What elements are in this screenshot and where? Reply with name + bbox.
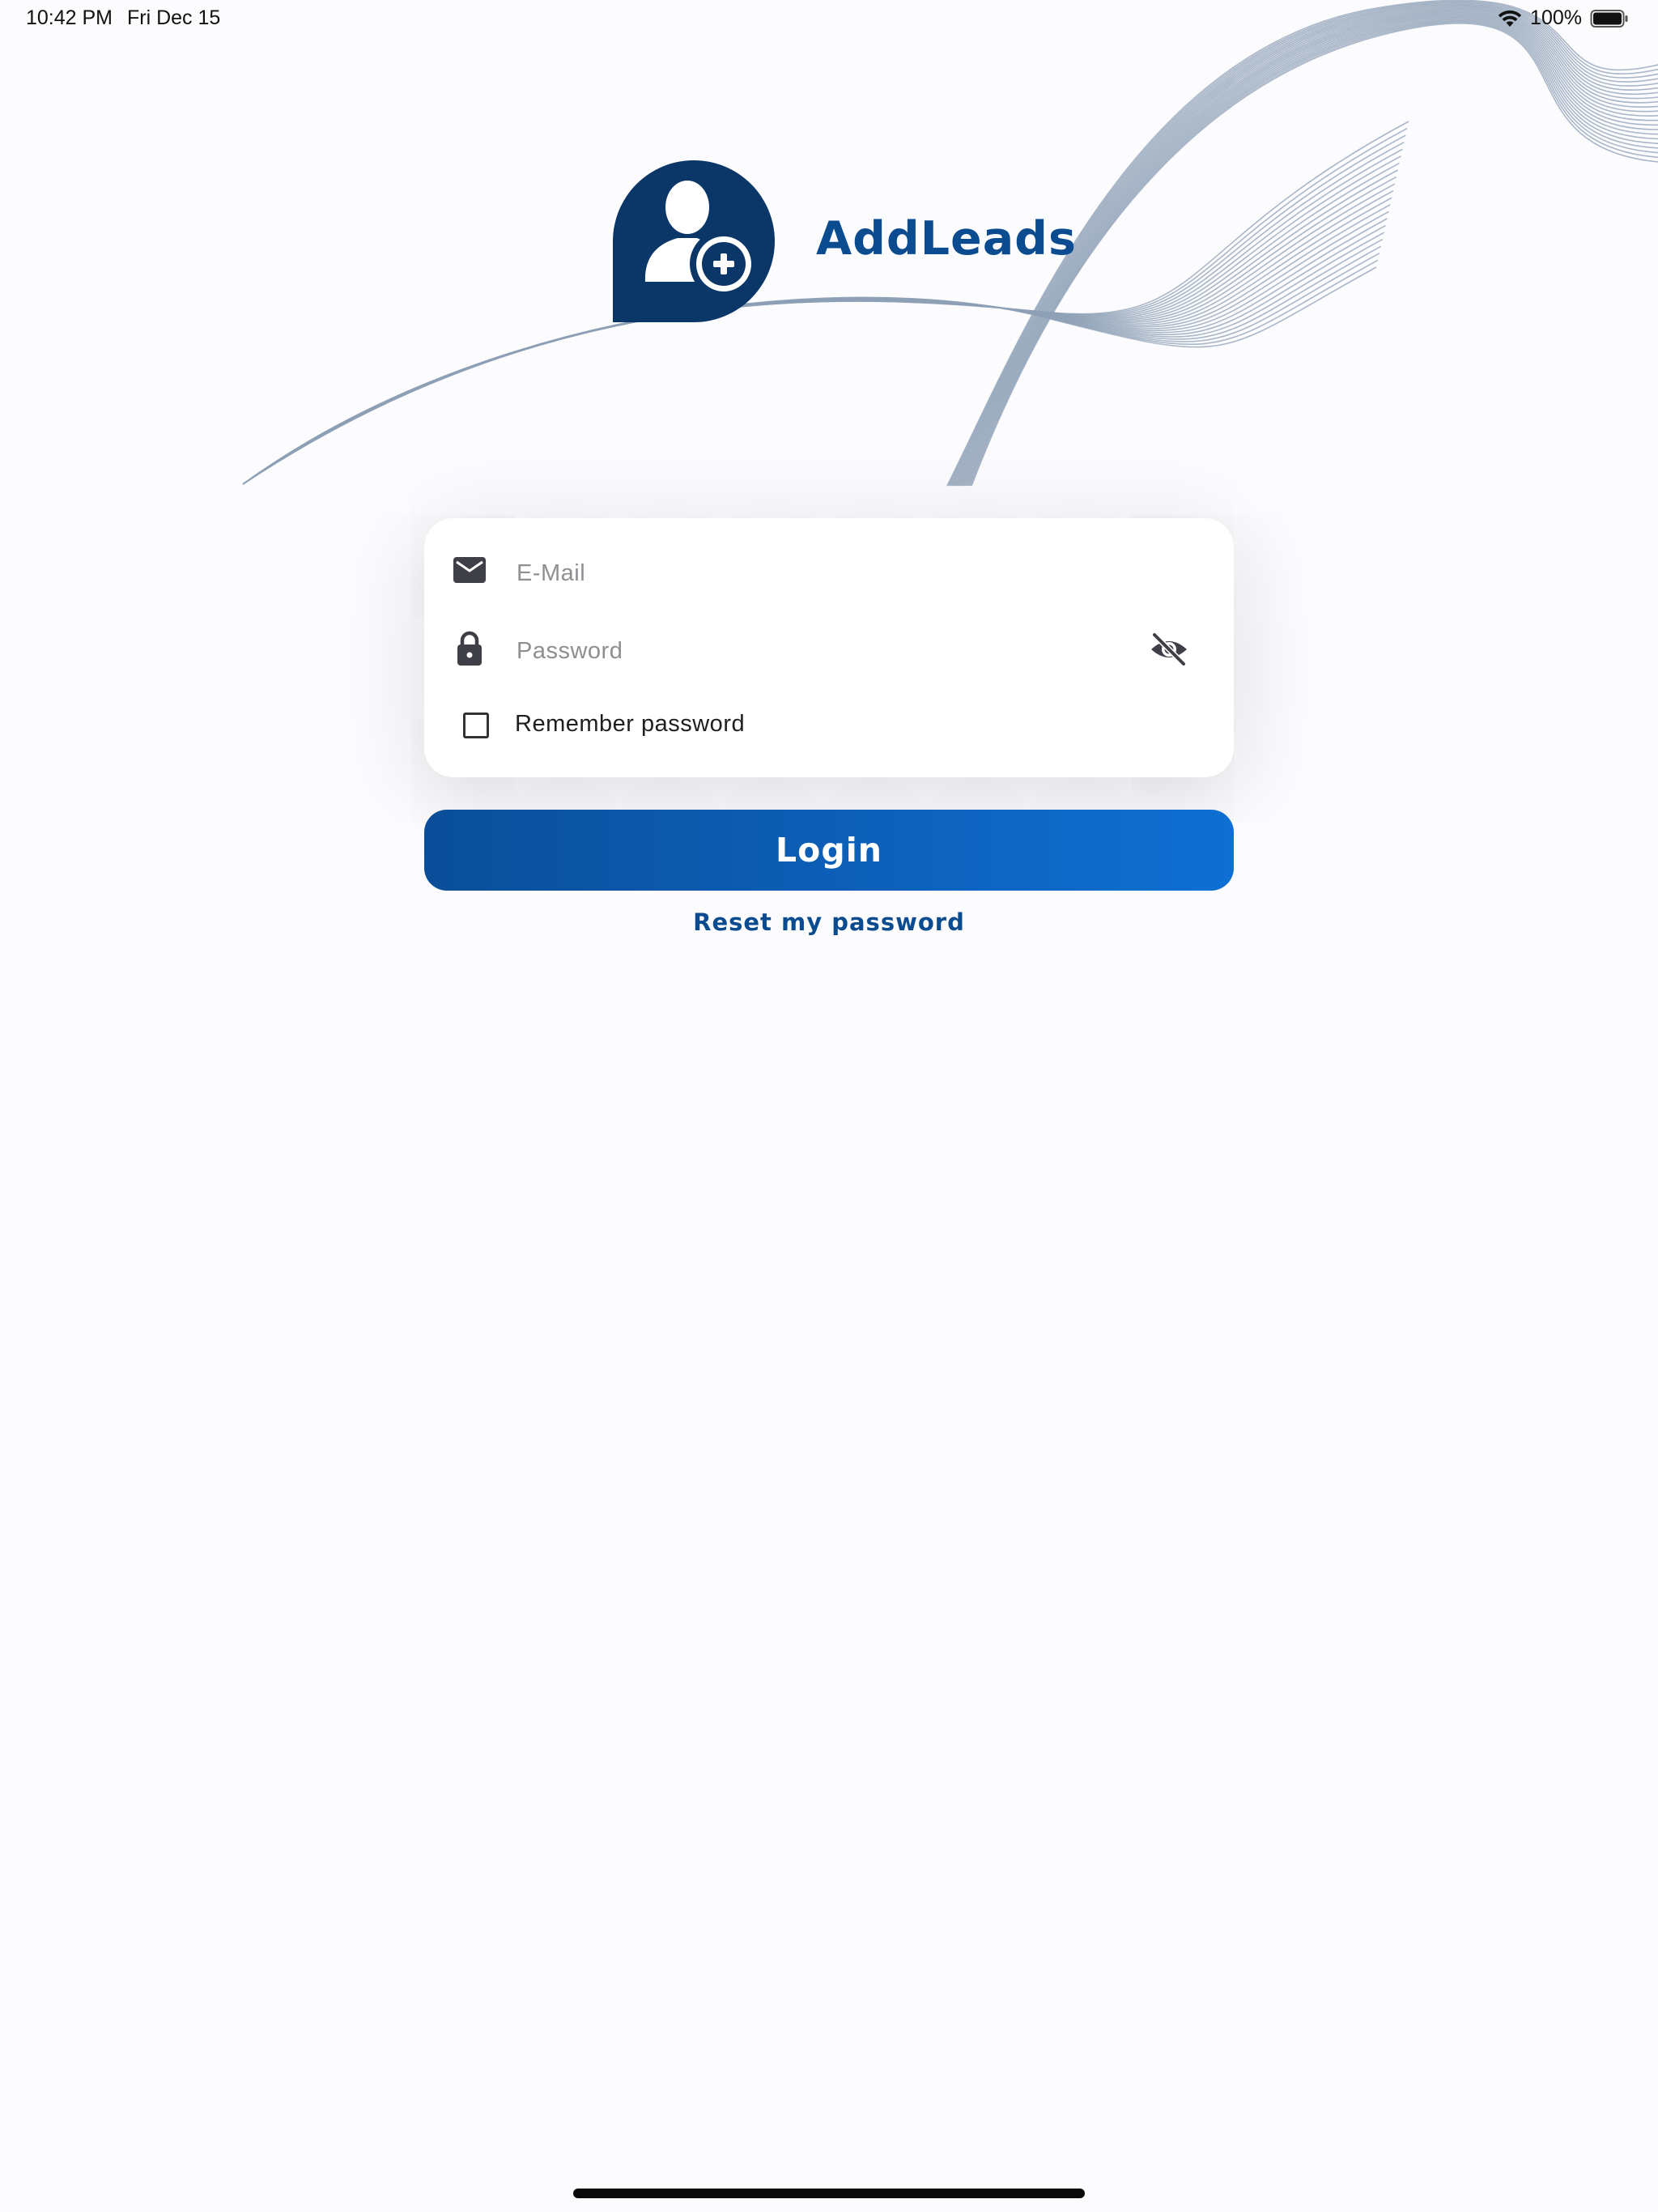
add-user-logo-icon <box>613 160 775 322</box>
battery-icon <box>1590 9 1628 28</box>
home-indicator <box>573 2189 1085 2198</box>
password-input[interactable] <box>515 630 1133 672</box>
battery-percent: 100% <box>1530 6 1582 29</box>
status-date: Fri Dec 15 <box>127 6 221 29</box>
email-input[interactable] <box>515 552 1133 594</box>
remember-password-checkbox[interactable] <box>463 713 489 738</box>
login-button[interactable]: Login <box>424 810 1234 891</box>
brand-name: AddLeads <box>816 212 1077 266</box>
reset-password-link[interactable]: Reset my password <box>424 908 1234 936</box>
status-indicators: 100% <box>1498 6 1629 30</box>
envelope-icon <box>453 557 486 583</box>
wifi-icon <box>1498 10 1522 27</box>
lock-icon <box>457 631 482 666</box>
remember-password-label: Remember password <box>515 711 746 737</box>
eye-off-icon[interactable] <box>1148 628 1190 670</box>
status-time: 10:42 PM <box>26 6 113 29</box>
status-bar: 10:42 PM Fri Dec 15 100% <box>0 0 1658 39</box>
